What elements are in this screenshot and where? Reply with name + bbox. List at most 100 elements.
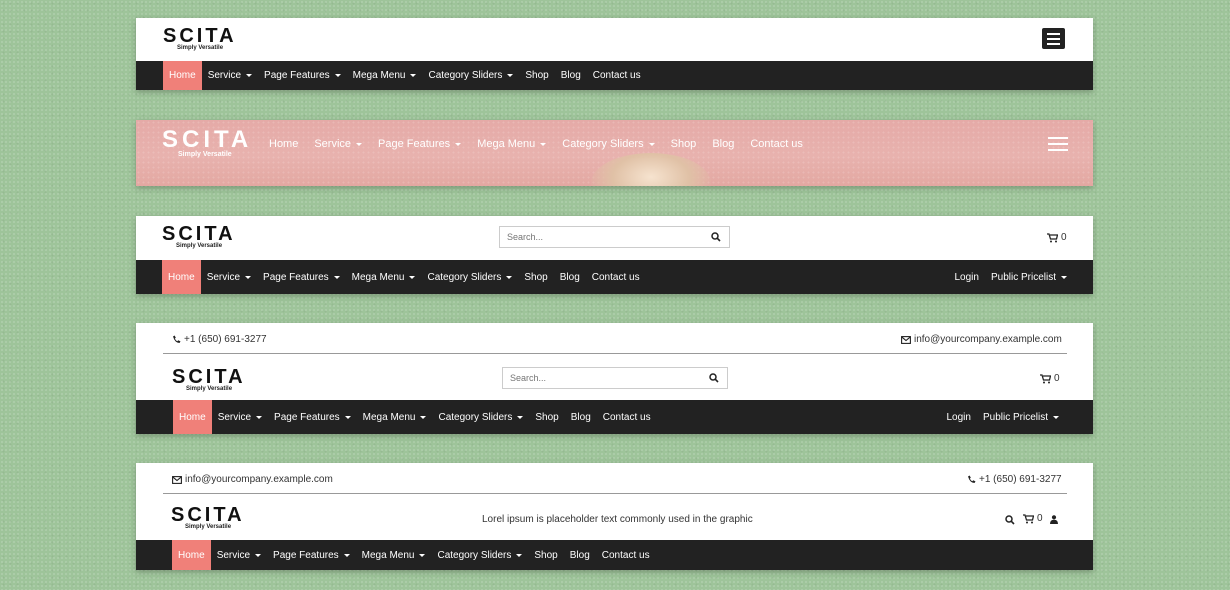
cart[interactable]: 0 (1023, 513, 1043, 524)
nav-item-home[interactable]: Home (162, 260, 201, 294)
nav-item-shop[interactable]: Shop (518, 260, 553, 294)
caret-down-icon (648, 142, 655, 146)
main-nav: Home Service Page Features Mega Menu Categor… (136, 400, 1093, 434)
logo[interactable]: SCITA Simply Versatile (162, 128, 252, 159)
nav-item-blog[interactable]: Blog (554, 260, 586, 294)
search-icon[interactable] (709, 373, 719, 383)
logo[interactable]: SCITA Simply Versatile (163, 26, 237, 51)
nav-item-label: Shop (535, 411, 559, 423)
nav-item-page-features[interactable]: Page Features (267, 540, 356, 570)
search-input[interactable] (507, 232, 687, 242)
nav-item-service[interactable]: Service (201, 260, 257, 294)
nav-item-login[interactable]: Login (949, 260, 985, 294)
nav-item-label: Shop (534, 549, 558, 561)
logo[interactable]: SCITA Simply Versatile (171, 505, 245, 530)
nav-item-public-pricelist[interactable]: Public Pricelist (985, 260, 1073, 294)
nav-item-service[interactable]: Service (202, 61, 258, 90)
nav-item-label: Home (179, 411, 206, 423)
phone-contact[interactable]: +1 (650) 691-3277 (172, 334, 267, 345)
nav-item-mega-menu[interactable]: Mega Menu (357, 400, 433, 434)
nav-item-home[interactable]: Home (269, 138, 298, 150)
nav-item-mega-menu[interactable]: Mega Menu (347, 61, 423, 90)
nav-item-contact-us[interactable]: Contact us (596, 540, 656, 570)
nav-item-page-features[interactable]: Page Features (378, 138, 462, 150)
nav-item-home[interactable]: Home (172, 540, 211, 570)
nav-item-contact-us[interactable]: Contact us (587, 61, 647, 90)
nav-item-label: Contact us (750, 138, 803, 150)
caret-down-icon (344, 415, 351, 419)
nav-item-service[interactable]: Service (314, 138, 363, 150)
logo-name: SCITA (172, 366, 246, 388)
cart-count: 0 (1037, 513, 1043, 524)
nav-item-category-sliders[interactable]: Category Sliders (421, 260, 518, 294)
caret-down-icon (516, 553, 523, 557)
cart[interactable]: 0 (1040, 373, 1060, 384)
nav-item-contact-us[interactable]: Contact us (750, 138, 803, 150)
logo-name: SCITA (162, 223, 236, 245)
hamburger-icon[interactable] (1048, 137, 1068, 151)
nav-item-home[interactable]: Home (163, 61, 202, 90)
user-icon[interactable] (1050, 515, 1058, 524)
nav-item-shop[interactable]: Shop (529, 400, 564, 434)
hamburger-icon[interactable] (1042, 28, 1065, 49)
search-input[interactable] (510, 373, 690, 383)
nav-item-public-pricelist[interactable]: Public Pricelist (977, 400, 1065, 434)
nav-item-service[interactable]: Service (212, 400, 268, 434)
main-nav: Home Service Page Features Mega Menu Categor… (136, 61, 1093, 90)
nav-item-blog[interactable]: Blog (565, 400, 597, 434)
nav-item-mega-menu[interactable]: Mega Menu (477, 138, 547, 150)
phone-contact[interactable]: +1 (650) 691-3277 (967, 474, 1062, 485)
nav-item-category-sliders[interactable]: Category Sliders (431, 540, 528, 570)
nav-item-page-features[interactable]: Page Features (268, 400, 357, 434)
cart-icon (1047, 232, 1058, 242)
nav-item-category-sliders[interactable]: Category Sliders (562, 138, 655, 150)
nav-item-blog[interactable]: Blog (564, 540, 596, 570)
email-address: info@yourcompany.example.com (914, 334, 1062, 345)
nav-item-contact-us[interactable]: Contact us (597, 400, 657, 434)
nav-item-page-features[interactable]: Page Features (257, 260, 346, 294)
search-box (502, 367, 728, 389)
email-contact[interactable]: info@yourcompany.example.com (172, 474, 333, 485)
nav-item-shop[interactable]: Shop (519, 61, 554, 90)
caret-down-icon (246, 74, 253, 77)
caret-down-icon (255, 553, 262, 557)
nav-list: Home Service Page Features Mega Menu Categor… (162, 260, 646, 294)
caret-down-icon (1053, 415, 1059, 419)
nav-item-page-features[interactable]: Page Features (258, 61, 347, 90)
header-variant-5: info@yourcompany.example.com +1 (650) 69… (136, 463, 1093, 570)
nav-item-blog[interactable]: Blog (712, 138, 734, 150)
nav-item-service[interactable]: Service (211, 540, 267, 570)
nav-right-list: Login Public Pricelist (949, 260, 1074, 294)
nav-item-label: Home (178, 549, 205, 561)
nav-item-mega-menu[interactable]: Mega Menu (356, 540, 432, 570)
nav-item-label: Page Features (263, 271, 329, 283)
nav-right-list: Login Public Pricelist (941, 400, 1066, 434)
search-icon[interactable] (711, 232, 721, 242)
nav-item-label: Service (206, 271, 241, 283)
nav-item-label: Blog (560, 70, 581, 81)
header-variant-2: SCITA Simply Versatile Home Service Page F… (136, 120, 1093, 186)
nav-item-shop[interactable]: Shop (671, 138, 697, 150)
cart[interactable]: 0 (1047, 232, 1067, 243)
cart-icon (1023, 513, 1034, 523)
nav-item-home[interactable]: Home (173, 400, 212, 434)
main-nav: Home Service Page Features Mega Menu Categor… (136, 540, 1093, 570)
caret-down-icon (333, 275, 340, 279)
logo[interactable]: SCITA Simply Versatile (172, 367, 246, 392)
nav-item-label: Public Pricelist (990, 271, 1056, 283)
search-icon[interactable] (1005, 515, 1015, 525)
nav-item-label: Category Sliders (562, 138, 644, 150)
nav-item-blog[interactable]: Blog (555, 61, 587, 90)
nav-item-label: Blog (570, 411, 591, 423)
nav-item-category-sliders[interactable]: Category Sliders (432, 400, 529, 434)
caret-down-icon (540, 142, 547, 146)
nav-item-login[interactable]: Login (941, 400, 977, 434)
nav-item-mega-menu[interactable]: Mega Menu (346, 260, 422, 294)
envelope-icon (901, 335, 911, 344)
nav-item-shop[interactable]: Shop (528, 540, 563, 570)
nav-item-category-sliders[interactable]: Category Sliders (422, 61, 519, 90)
logo[interactable]: SCITA Simply Versatile (162, 224, 236, 249)
nav-item-contact-us[interactable]: Contact us (586, 260, 646, 294)
email-contact[interactable]: info@yourcompany.example.com (901, 334, 1062, 345)
cart-count: 0 (1054, 373, 1060, 384)
